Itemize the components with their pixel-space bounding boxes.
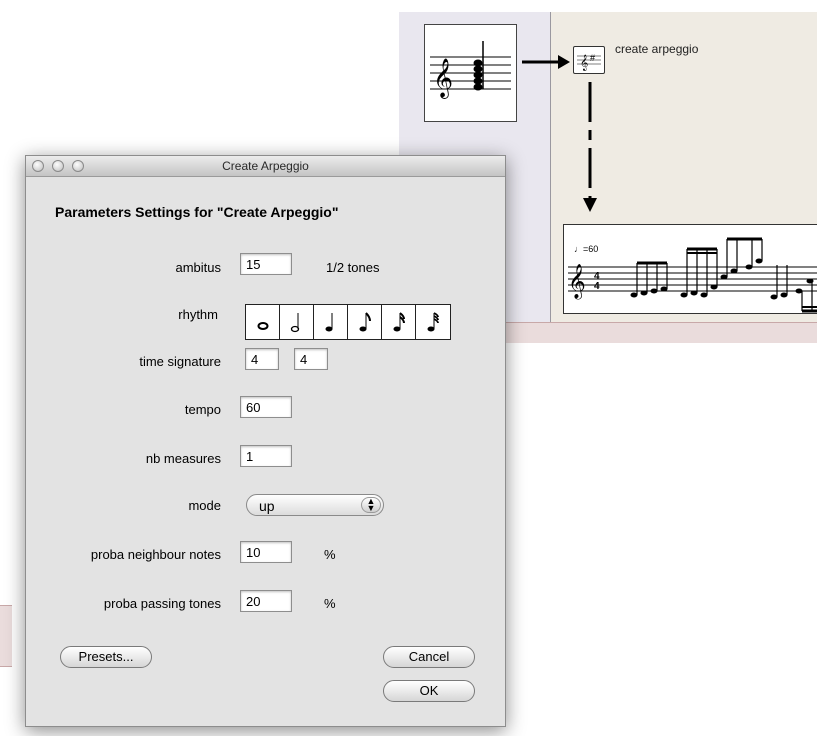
cancel-button[interactable]: Cancel xyxy=(383,646,475,668)
chord-staff: 𝄞 xyxy=(430,41,511,99)
title-bar[interactable]: Create Arpeggio xyxy=(26,156,505,177)
time-signature-numerator-field[interactable]: 4 xyxy=(245,348,279,370)
mode-label: mode xyxy=(188,498,221,513)
arrow-right-icon xyxy=(522,55,570,69)
svg-text:𝄞: 𝄞 xyxy=(580,55,588,71)
half-note-icon[interactable] xyxy=(280,305,314,339)
quarter-note-icon[interactable] xyxy=(314,305,348,339)
mode-value: up xyxy=(259,498,275,514)
proba-passing-label: proba passing tones xyxy=(103,596,221,611)
chord-input-box[interactable]: 𝄞 xyxy=(424,24,517,122)
treble-clef-icon: 𝄞 xyxy=(568,264,586,300)
proba-passing-field[interactable]: 20 xyxy=(240,590,292,612)
result-score[interactable]: 𝄞 4 4 xyxy=(563,224,817,314)
rhythm-label: rhythm xyxy=(178,307,218,322)
proba-neighbour-label: proba neighbour notes xyxy=(90,547,221,562)
mode-popup[interactable]: up ▲ ▼ xyxy=(246,494,384,516)
background-left-strip xyxy=(0,605,12,667)
nb-measures-field[interactable]: 1 xyxy=(240,445,292,467)
svg-text:4: 4 xyxy=(594,281,600,292)
ambitus-unit: 1/2 tones xyxy=(326,260,380,275)
whole-note-icon[interactable] xyxy=(246,305,280,339)
tempo-label: tempo xyxy=(184,402,221,417)
tempo-field[interactable]: 60 xyxy=(240,396,292,418)
nb-measures-label: nb measures xyxy=(145,451,221,466)
tempo-marking: ♩=60 xyxy=(574,244,599,254)
ambitus-label: ambitus xyxy=(175,260,221,275)
arpeggio-module-icon[interactable]: 𝄞 # xyxy=(573,46,605,74)
thirty-second-note-icon[interactable] xyxy=(416,305,450,339)
updown-arrows-icon: ▲ ▼ xyxy=(361,497,381,513)
proba-neighbour-field[interactable]: 10 xyxy=(240,541,292,563)
window-title: Create Arpeggio xyxy=(222,159,309,173)
svg-text:#: # xyxy=(590,53,595,63)
time-signature-denominator-field[interactable]: 4 xyxy=(294,348,328,370)
presets-button[interactable]: Presets... xyxy=(60,646,152,668)
create-arpeggio-dialog: Create Arpeggio Parameters Settings for … xyxy=(25,155,506,727)
arpeggio-staff: 𝄞 4 4 xyxy=(568,237,817,313)
treble-clef-icon: 𝄞 xyxy=(433,58,453,99)
time-signature-label: time signature xyxy=(139,354,221,369)
eighth-note-icon[interactable] xyxy=(348,305,382,339)
proba-passing-unit: % xyxy=(324,596,336,611)
quarter-note-icon: ♩ xyxy=(574,244,583,254)
sixteenth-note-icon[interactable] xyxy=(382,305,416,339)
ok-button[interactable]: OK xyxy=(383,680,475,702)
ambitus-field[interactable]: 15 xyxy=(240,253,292,275)
module-label: create arpeggio xyxy=(615,42,699,56)
rhythm-selector[interactable] xyxy=(245,304,451,340)
arrow-down-icon xyxy=(583,82,597,212)
dialog-heading: Parameters Settings for "Create Arpeggio… xyxy=(55,204,339,220)
proba-neighbour-unit: % xyxy=(324,547,336,562)
